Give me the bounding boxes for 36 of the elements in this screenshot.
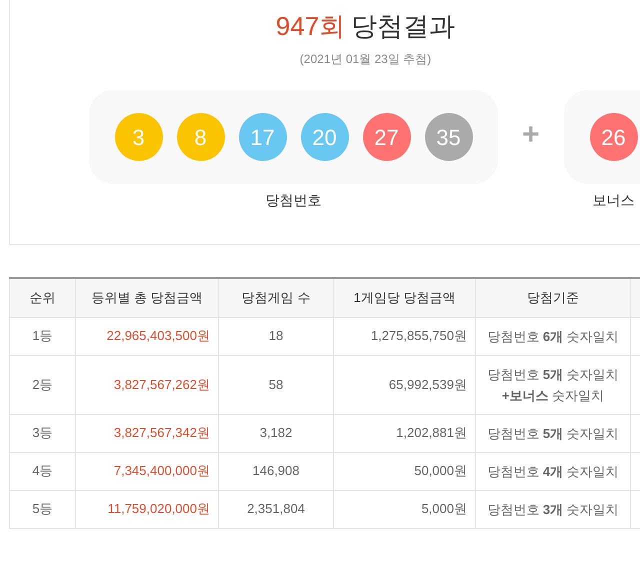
column-header: 당첨게임 수 [218, 278, 334, 317]
table-cell: 11,759,020,000원 [76, 490, 218, 528]
table-cell: 3,827,567,342원 [76, 414, 218, 452]
table-cell: 58 [218, 355, 334, 414]
table-cell: 당첨번호 3개 숫자일치 [476, 490, 630, 528]
table-cell: 1,202,881원 [334, 414, 476, 452]
table-cell: 1,275,855,750원 [334, 317, 476, 355]
table-cell: 1등 [10, 317, 76, 355]
table-cell: 2등 [10, 355, 76, 414]
table-cell: 당첨번호 4개 숫자일치 [476, 452, 630, 490]
round-number: 947회 [276, 10, 346, 43]
table-cell: 당첨번호 5개 숫자일치 +보너스 숫자일치 [476, 355, 630, 414]
table-cell: 2,351,804 [218, 490, 334, 528]
column-header: 당첨기준 [476, 278, 630, 317]
table-cell: 3,182 [218, 414, 334, 452]
table-cell: 146,908 [218, 452, 334, 490]
table-cell: 3등 [10, 414, 76, 452]
numbers-label: 당첨번호 [266, 191, 322, 210]
table-cell: 22,965,403,500원 [76, 317, 218, 355]
table-cell: 18 [218, 317, 334, 355]
table-cell: 당첨번호 6개 숫자일치 [476, 317, 630, 355]
table-cell: 3,827,567,262원 [76, 355, 218, 414]
bonus-label: 보너스 [592, 191, 635, 210]
column-header: 등위별 총 당첨금액 [76, 278, 218, 317]
draw-date: (2021년 01월 23일 추첨) [300, 51, 432, 68]
table-cell: 5등 [10, 490, 76, 528]
column-header: 1게임당 당첨금액 [334, 278, 476, 317]
table-cell: 5,000원 [334, 490, 476, 528]
table-cell: 7,345,400,000원 [76, 452, 218, 490]
plus-sign: + [522, 120, 540, 150]
column-header: 순위 [10, 278, 76, 317]
table-cell: 당첨번호 5개 숫자일치 [476, 414, 630, 452]
result-title: 당첨결과 [351, 10, 456, 43]
table-cell: 4등 [10, 452, 76, 490]
table-cell: 65,992,539원 [334, 355, 476, 414]
table-cell: 50,000원 [334, 452, 476, 490]
